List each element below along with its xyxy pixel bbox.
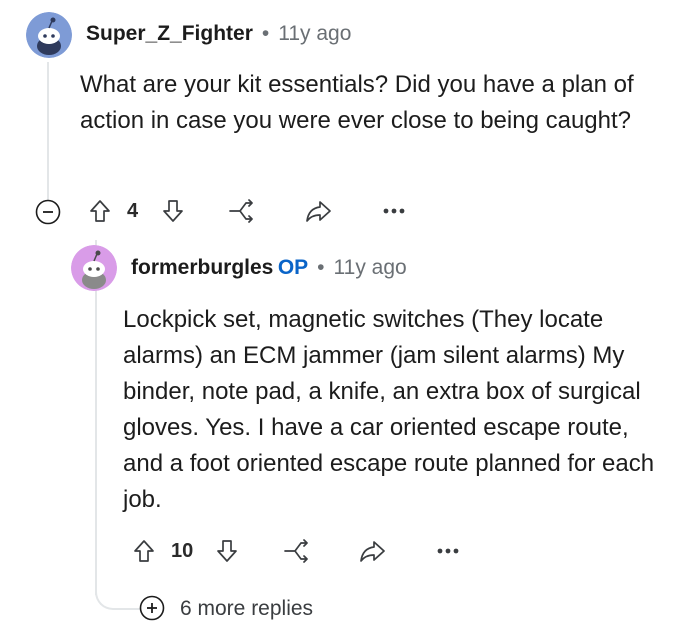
minus-circle-icon bbox=[35, 199, 61, 225]
downvote-button[interactable] bbox=[161, 198, 185, 224]
more-replies-button[interactable] bbox=[139, 595, 165, 621]
comment-text: What are your kit essentials? Did you ha… bbox=[80, 71, 634, 134]
thread-line-parent-lower[interactable] bbox=[95, 240, 97, 595]
award-icon bbox=[284, 539, 308, 563]
share-arrow-icon bbox=[306, 201, 331, 222]
comment-header: Super_Z_Fighter • 11y ago bbox=[86, 22, 351, 46]
downvote-arrow-icon bbox=[217, 540, 237, 562]
vote-count: 4 bbox=[127, 200, 139, 222]
downvote-arrow-icon bbox=[163, 200, 183, 222]
upvote-arrow-icon bbox=[90, 200, 110, 222]
award-icon bbox=[229, 199, 253, 223]
award-button[interactable] bbox=[281, 539, 311, 563]
more-options-button[interactable] bbox=[437, 547, 459, 555]
plus-circle-icon bbox=[139, 595, 165, 621]
ellipsis-icon bbox=[437, 548, 459, 554]
more-replies-label[interactable]: 6 more replies bbox=[180, 597, 313, 621]
downvote-button[interactable] bbox=[215, 538, 239, 564]
avatar[interactable] bbox=[71, 245, 117, 291]
share-button[interactable] bbox=[304, 199, 334, 223]
avatar[interactable] bbox=[26, 12, 72, 58]
more-options-button[interactable] bbox=[383, 207, 405, 215]
vote-count: 10 bbox=[171, 540, 194, 562]
collapse-button[interactable] bbox=[35, 199, 61, 225]
share-arrow-icon bbox=[360, 541, 385, 562]
award-button[interactable] bbox=[226, 199, 256, 223]
username[interactable]: formerburgles bbox=[131, 256, 273, 279]
reply-text: Lockpick set, magnetic switches (They lo… bbox=[123, 306, 655, 513]
username[interactable]: Super_Z_Fighter bbox=[86, 22, 253, 45]
thread-connector bbox=[95, 580, 142, 610]
upvote-button[interactable] bbox=[132, 538, 156, 564]
op-badge: OP bbox=[277, 256, 309, 279]
upvote-button[interactable] bbox=[88, 198, 112, 224]
reply-header: formerburgles OP • 11y ago bbox=[131, 256, 407, 280]
timestamp[interactable]: 11y ago bbox=[278, 22, 351, 45]
share-button[interactable] bbox=[358, 539, 388, 563]
timestamp[interactable]: 11y ago bbox=[334, 256, 407, 279]
separator-dot: • bbox=[317, 256, 325, 279]
upvote-arrow-icon bbox=[134, 540, 154, 562]
thread-line-parent[interactable] bbox=[47, 62, 49, 202]
separator-dot: • bbox=[261, 22, 270, 45]
ellipsis-icon bbox=[383, 208, 405, 214]
